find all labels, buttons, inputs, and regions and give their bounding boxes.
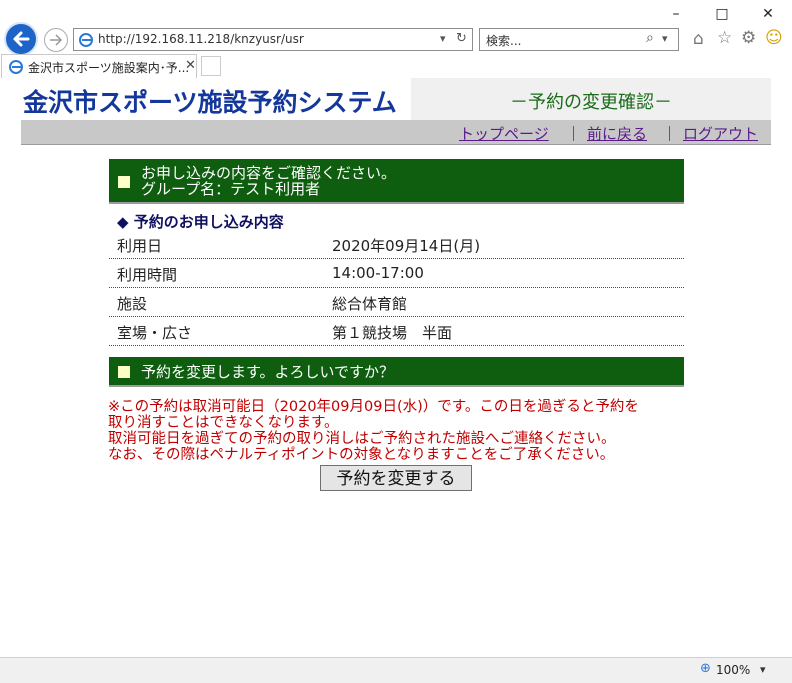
search-placeholder: 検索... <box>486 34 522 48</box>
zoom-level[interactable]: 100% <box>716 663 750 677</box>
cancellation-warning: ※この予約は取消可能日（2020年09月09日(水)）です。この日を過ぎると予約… <box>108 399 708 463</box>
warning-line: ※この予約は取消可能日（2020年09月09日(水)）です。この日を過ぎると予約… <box>108 399 639 415</box>
confirm-header: お申し込みの内容をご確認ください。 グループ名：テスト利用者 <box>109 159 684 204</box>
new-tab-button[interactable] <box>201 56 221 76</box>
detail-label: 室場・広さ <box>117 324 193 342</box>
nav-bar: トップページ ｜ 前に戻る ｜ ログアウト <box>21 120 771 145</box>
square-bullet-icon <box>118 176 130 188</box>
change-header: 予約を変更します。よろしいですか？ <box>109 357 684 387</box>
detail-row-facility: 施設 総合体育館 <box>109 288 684 317</box>
site-logo: 金沢市スポーツ施設予約システム <box>21 78 411 120</box>
browser-tab[interactable]: 金沢市スポーツ施設案内･予... ✕ <box>1 54 197 78</box>
status-bar: ⊕ 100% ▾ <box>0 657 792 683</box>
url-text: http://192.168.11.218/knzyusr/usr <box>98 32 304 46</box>
nav-separator: ｜ <box>566 125 582 143</box>
smiley-feedback-icon[interactable]: ☺ <box>765 28 783 48</box>
close-window-button[interactable]: ✕ <box>748 2 788 26</box>
maximize-button[interactable]: □ <box>702 2 742 26</box>
square-bullet-icon <box>118 366 130 378</box>
detail-value: 14:00-17:00 <box>332 264 424 282</box>
detail-value: 第１競技場 半面 <box>332 324 453 342</box>
detail-value: 総合体育館 <box>332 295 408 313</box>
change-question: 予約を変更します。よろしいですか？ <box>141 363 395 381</box>
confirm-instruction: お申し込みの内容をご確認ください。 <box>141 164 397 182</box>
detail-label: 施設 <box>117 295 148 313</box>
nav-back-link[interactable]: 前に戻る <box>587 123 647 144</box>
warning-line: 取り消すことはできなくなります。 <box>108 415 339 431</box>
page-title-area: －予約の変更確認－ <box>411 78 771 120</box>
tab-close-icon[interactable]: ✕ <box>185 58 196 73</box>
detail-value: 2020年09月14日(月) <box>332 237 481 255</box>
detail-label: 利用日 <box>117 237 163 255</box>
settings-gear-icon[interactable]: ⚙ <box>741 28 756 48</box>
page-title: －予約の変更確認－ <box>510 92 672 113</box>
forward-button[interactable] <box>44 28 68 52</box>
warning-line: 取消可能日を過ぎての予約の取り消しはご予約された施設へご連絡ください。 <box>108 431 616 447</box>
favorites-star-icon[interactable]: ☆ <box>717 28 732 48</box>
home-icon[interactable]: ⌂ <box>693 29 704 49</box>
ie-page-icon <box>79 33 93 47</box>
group-name: グループ名：テスト利用者 <box>141 180 321 198</box>
search-input[interactable]: 検索... ⌕ ▾ <box>479 28 679 51</box>
refresh-icon[interactable]: ↻ <box>456 31 467 46</box>
nav-separator: ｜ <box>662 125 678 143</box>
back-button[interactable] <box>4 22 38 56</box>
search-icon[interactable]: ⌕ <box>646 30 654 46</box>
tab-title: 金沢市スポーツ施設案内･予... <box>28 61 190 75</box>
site-logo-text: 金沢市スポーツ施設予約システム <box>23 88 397 117</box>
reservation-details-heading: ◆ 予約のお申し込み内容 <box>117 213 284 231</box>
zoom-dropdown-icon[interactable]: ▾ <box>760 663 766 676</box>
minimize-button[interactable]: – <box>656 2 696 26</box>
search-dropdown-icon[interactable]: ▾ <box>662 32 668 45</box>
detail-row-time: 利用時間 14:00-17:00 <box>109 259 684 288</box>
nav-top-page-link[interactable]: トップページ <box>459 123 549 144</box>
url-dropdown-icon[interactable]: ▾ <box>440 32 446 45</box>
detail-row-date: 利用日 2020年09月14日(月) <box>109 230 684 259</box>
change-reservation-button[interactable]: 予約を変更する <box>320 465 472 491</box>
nav-logout-link[interactable]: ログアウト <box>683 123 758 144</box>
detail-row-room: 室場・広さ 第１競技場 半面 <box>109 317 684 346</box>
tab-ie-icon <box>9 60 23 74</box>
address-bar[interactable]: http://192.168.11.218/knzyusr/usr ▾ ↻ <box>73 28 473 51</box>
forward-arrow-icon <box>50 34 63 46</box>
zoom-icon: ⊕ <box>700 661 711 676</box>
back-arrow-icon <box>13 31 30 47</box>
warning-line: なお、その際はペナルティポイントの対象となりますことをご了承ください。 <box>108 447 615 463</box>
detail-label: 利用時間 <box>117 266 178 284</box>
